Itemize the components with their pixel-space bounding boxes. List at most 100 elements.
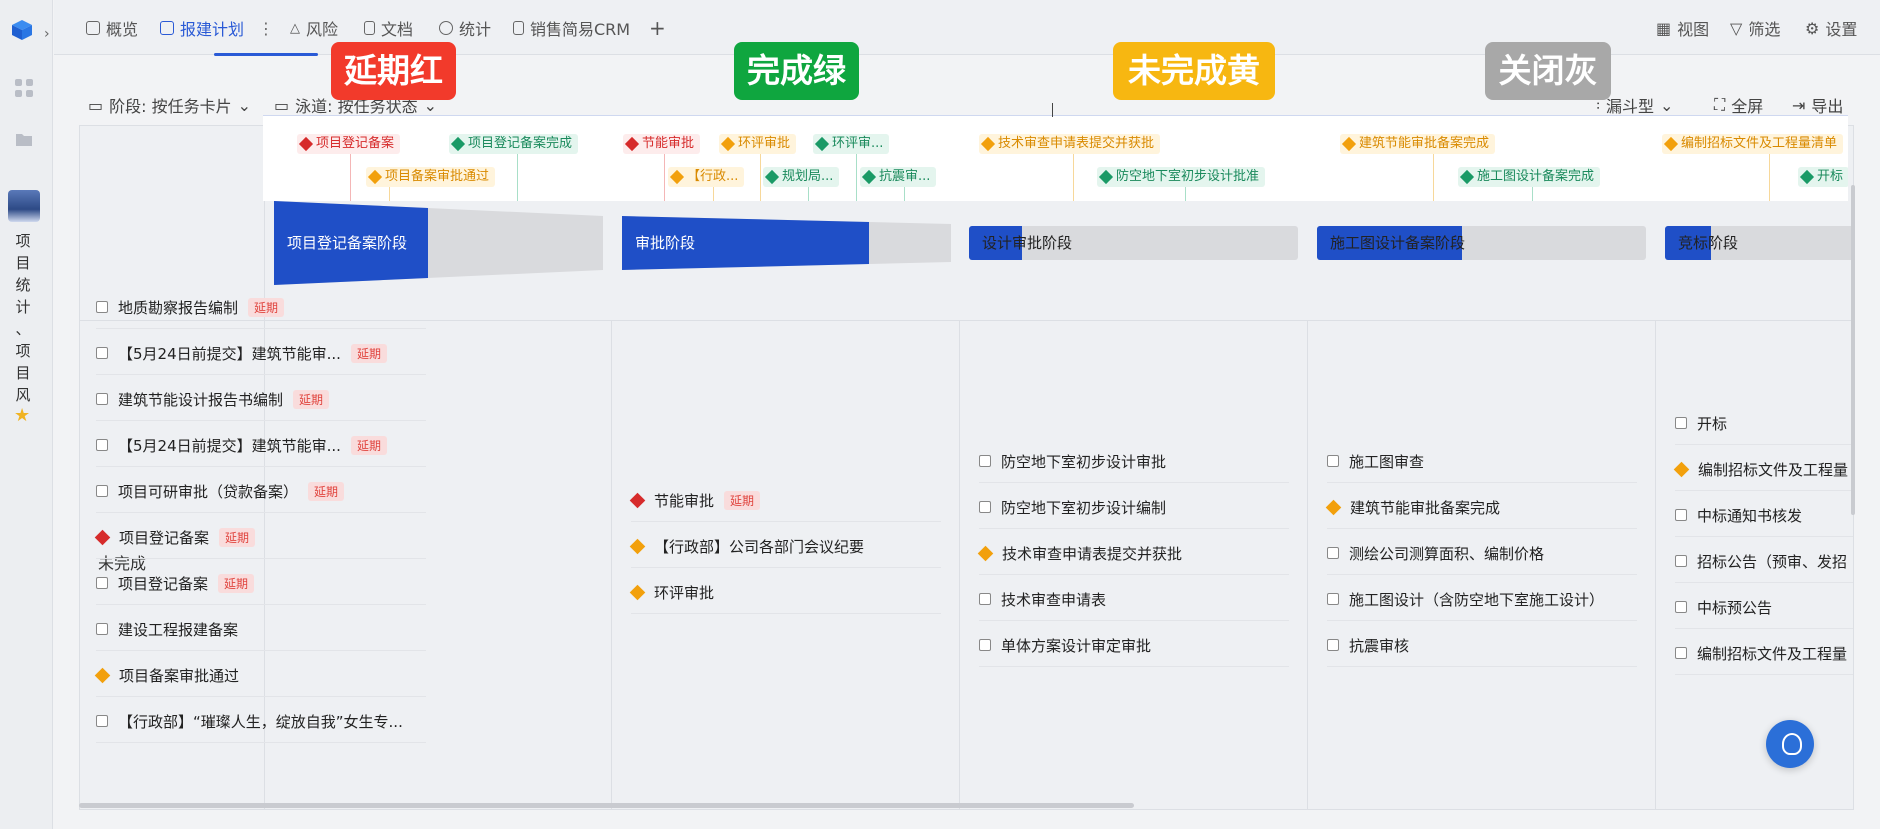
task-checkbox[interactable]: [979, 501, 991, 513]
task-item[interactable]: 技术审查申请表提交并获批: [977, 536, 1182, 570]
task-item[interactable]: 项目登记备案 延期: [94, 520, 256, 554]
task-checkbox[interactable]: [96, 301, 108, 313]
export-button[interactable]: ⇥ 导出: [1792, 93, 1843, 117]
assistant-bulb-button[interactable]: [1766, 720, 1814, 768]
task-item[interactable]: 【行政部】公司各部门会议纪要: [629, 529, 864, 563]
task-item[interactable]: 抗震审核: [1327, 628, 1409, 662]
milestone-energy-filing[interactable]: 建筑节能审批备案完成: [1340, 134, 1496, 154]
task-item[interactable]: 环评审批: [629, 575, 714, 609]
settings-button[interactable]: ⚙ 设置: [1805, 16, 1857, 40]
task-item[interactable]: 中标通知书核发: [1675, 498, 1802, 532]
task-item[interactable]: 施工图审查: [1327, 444, 1424, 478]
task-checkbox[interactable]: [96, 393, 108, 405]
task-item[interactable]: 建筑节能设计报告书编制 延期: [96, 382, 330, 416]
task-separator: [1675, 674, 1853, 675]
view-button[interactable]: ▦ 视图: [1656, 16, 1709, 40]
folder-icon[interactable]: [13, 128, 35, 150]
stage-bar-registration[interactable]: 项目登记备案阶段: [274, 201, 603, 285]
milestone-bid-docs[interactable]: 编制招标文件及工程量清单: [1662, 134, 1844, 154]
task-checkbox[interactable]: [96, 439, 108, 451]
horizontal-scrollbar[interactable]: [79, 803, 1134, 808]
task-checkbox[interactable]: [96, 347, 108, 359]
favorite-star-icon[interactable]: ★: [14, 405, 30, 426]
milestone-planning-bureau[interactable]: 规划局...: [763, 167, 840, 187]
task-checkbox[interactable]: [1675, 417, 1687, 429]
tab-overview[interactable]: 概览: [86, 16, 138, 40]
task-item[interactable]: 建设工程报建备案: [96, 612, 238, 646]
vertical-scrollbar[interactable]: [1851, 185, 1855, 515]
task-checkbox[interactable]: [96, 715, 108, 727]
task-item[interactable]: 项目备案审批通过: [94, 658, 239, 692]
fullscreen-button[interactable]: ⛶ 全屏: [1714, 93, 1763, 117]
task-item[interactable]: 建筑节能审批备案完成: [1325, 490, 1500, 524]
task-item[interactable]: 中标预公告: [1675, 590, 1772, 624]
task-item[interactable]: 技术审查申请表: [979, 582, 1106, 616]
task-item[interactable]: 防空地下室初步设计审批: [979, 444, 1166, 478]
task-item[interactable]: 单体方案设计审定审批: [979, 628, 1151, 662]
filter-button[interactable]: ▽ 筛选: [1730, 16, 1780, 40]
milestone-diamond-icon: [1673, 461, 1690, 477]
milestone-construction-drawing[interactable]: 施工图设计备案完成: [1458, 167, 1601, 187]
milestone-bid-opening[interactable]: 开标: [1798, 167, 1848, 187]
task-item[interactable]: 地质勘察报告编制 延期: [96, 290, 285, 324]
task-item[interactable]: 项目登记备案 延期: [96, 566, 255, 600]
task-item[interactable]: 施工图设计（含防空地下室施工设计）: [1327, 582, 1604, 616]
milestone-eia-approval[interactable]: 环评审批: [719, 134, 797, 154]
task-title: 施工图设计（含防空地下室施工设计）: [1349, 590, 1605, 609]
task-item[interactable]: 项目可研审批（贷款备案） 延期: [96, 474, 345, 508]
milestone-filing-approved[interactable]: 项目备案审批通过: [366, 167, 496, 187]
task-checkbox[interactable]: [1675, 509, 1687, 521]
tab-statistics[interactable]: 统计: [439, 16, 491, 40]
task-checkbox[interactable]: [1675, 555, 1687, 567]
milestone-tech-review[interactable]: 技术审查申请表提交并获批: [979, 134, 1161, 154]
more-icon[interactable]: ⋮: [258, 19, 274, 38]
milestone-registration-done[interactable]: 项目登记备案完成: [449, 134, 579, 154]
task-item[interactable]: 开标: [1675, 406, 1727, 440]
task-checkbox[interactable]: [1327, 455, 1339, 467]
milestone-civil-defense[interactable]: 防空地下室初步设计批准: [1097, 167, 1266, 187]
stage-bar-design-approval[interactable]: 设计审批阶段: [969, 226, 1298, 260]
apps-grid-icon[interactable]: [13, 77, 35, 99]
stage-bar-bidding[interactable]: 竞标阶段: [1665, 226, 1853, 260]
add-tab-button[interactable]: +: [649, 16, 666, 40]
diamond-icon: [1663, 136, 1679, 152]
task-item[interactable]: 【5月24日前提交】建筑节能审... 延期: [96, 336, 387, 370]
task-checkbox[interactable]: [1327, 639, 1339, 651]
task-item[interactable]: 节能审批 延期: [629, 483, 761, 517]
task-separator: [96, 742, 426, 743]
task-checkbox[interactable]: [979, 455, 991, 467]
milestone-seismic[interactable]: 抗震审...: [860, 167, 937, 187]
task-checkbox[interactable]: [96, 485, 108, 497]
task-checkbox[interactable]: [96, 623, 108, 635]
task-checkbox[interactable]: [979, 593, 991, 605]
task-item[interactable]: 编制招标文件及工程量: [1675, 636, 1847, 670]
milestone-admin[interactable]: 【行政...: [668, 167, 745, 187]
task-checkbox[interactable]: [1675, 601, 1687, 613]
stage-selector[interactable]: ▭ 阶段: 按任务卡片 ⌄: [88, 93, 251, 117]
task-item[interactable]: 招标公告（预审、发招: [1675, 544, 1847, 578]
task-checkbox[interactable]: [979, 639, 991, 651]
task-item[interactable]: 【5月24日前提交】建筑节能审... 延期: [96, 428, 387, 462]
task-checkbox[interactable]: [1327, 593, 1339, 605]
task-checkbox[interactable]: [96, 577, 108, 589]
task-item[interactable]: 编制招标文件及工程量: [1673, 452, 1848, 486]
tab-build-plan[interactable]: 报建计划 ⋮: [160, 16, 274, 40]
task-item[interactable]: 【行政部】“璀璨人生，绽放自我”女生专...: [96, 704, 403, 738]
project-title-vertical[interactable]: 项 目 统 计 、 项 目 风: [13, 230, 33, 406]
milestone-eia-review[interactable]: 环评审...: [813, 134, 890, 154]
expand-chevron-icon[interactable]: ›: [44, 26, 50, 42]
project-avatar[interactable]: [8, 190, 40, 222]
milestone-energy-approval[interactable]: 节能审批: [623, 134, 701, 154]
app-logo-icon[interactable]: [10, 18, 34, 42]
tab-documents[interactable]: 文档: [364, 16, 413, 40]
tab-crm[interactable]: 销售简易CRM: [513, 16, 630, 40]
stage-bar-construction-drawing[interactable]: 施工图设计备案阶段: [1317, 226, 1646, 260]
task-item[interactable]: 防空地下室初步设计编制: [979, 490, 1166, 524]
filter-icon: ▽: [1730, 18, 1743, 38]
task-checkbox[interactable]: [1327, 547, 1339, 559]
task-item[interactable]: 测绘公司测算面积、编制价格: [1327, 536, 1544, 570]
task-checkbox[interactable]: [1675, 647, 1687, 659]
stage-bar-approval[interactable]: 审批阶段: [622, 216, 951, 270]
tab-risk[interactable]: △ 风险: [290, 16, 338, 40]
milestone-project-registration[interactable]: 项目登记备案: [297, 134, 401, 154]
